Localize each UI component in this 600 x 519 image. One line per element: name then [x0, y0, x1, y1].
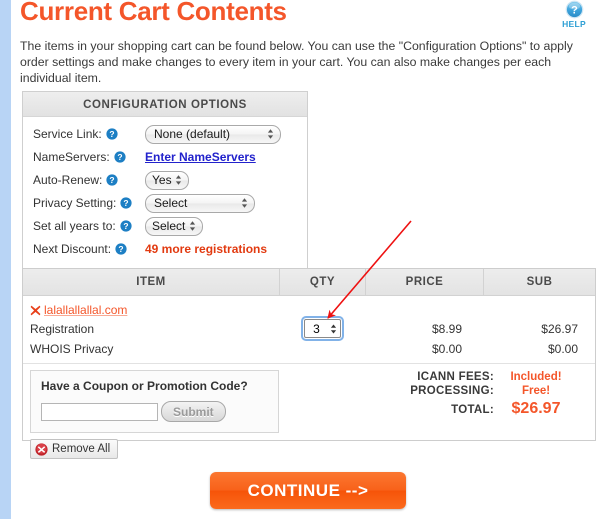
remove-item-icon[interactable]: [30, 305, 41, 316]
config-label-service-link: Service Link: ?: [33, 127, 145, 141]
config-row-privacy-setting: Privacy Setting: ? Select: [23, 193, 307, 213]
total-row-icann-fees: ICANN FEES: Included!: [279, 371, 578, 383]
column-header-item: ITEM: [136, 276, 166, 288]
config-label-auto-renew: Auto-Renew: ?: [33, 173, 145, 187]
line-item-label: WHOIS Privacy: [30, 341, 114, 356]
config-row-auto-renew: Auto-Renew: ? Yes: [23, 170, 307, 190]
coupon-submit-button[interactable]: Submit: [161, 401, 226, 422]
coupon-input[interactable]: [41, 402, 158, 421]
continue-button[interactable]: CONTINUE -->: [210, 472, 406, 509]
privacy-setting-value: Select: [154, 196, 188, 210]
column-header-price: PRICE: [365, 269, 483, 295]
line-item-price: $0.00: [431, 341, 462, 356]
svg-text:?: ?: [123, 221, 128, 231]
cart-footer: Have a Coupon or Promotion Code? Submit …: [23, 364, 595, 440]
remove-all-button[interactable]: Remove All: [30, 439, 119, 459]
line-item-sub: $0.00: [547, 341, 578, 356]
config-row-set-all-years: Set all years to: ? Select: [23, 216, 307, 236]
total-label: PROCESSING:: [410, 385, 494, 397]
cart-item-group: lalallallallal.com Registration 3 $8.99 …: [23, 296, 595, 364]
coupon-title: Have a Coupon or Promotion Code?: [41, 379, 248, 393]
page-title: Current Cart Contents: [20, 0, 287, 26]
line-item-price: $8.99: [431, 321, 462, 336]
svg-text:?: ?: [124, 198, 129, 208]
configuration-options-panel: CONFIGURATION OPTIONS Service Link: ? No…: [22, 91, 308, 271]
help-tip-icon[interactable]: ?: [120, 197, 132, 209]
left-gutter-strip: [0, 0, 11, 519]
total-value: Free!: [521, 385, 551, 397]
column-header-sub: SUB: [483, 269, 595, 295]
totals-panel: ICANN FEES: Included! PROCESSING: Free! …: [279, 370, 595, 433]
help-tip-icon[interactable]: ?: [115, 243, 127, 255]
total-row-processing: PROCESSING: Free!: [279, 385, 578, 397]
cart-line-whois-privacy: WHOIS Privacy $0.00 $0.00: [23, 340, 595, 357]
cart-domain-name[interactable]: lalallallallal.com: [44, 303, 127, 317]
config-row-service-link: Service Link: ? None (default): [23, 124, 307, 144]
config-label-nameservers: NameServers: ?: [33, 150, 145, 164]
remove-all-icon: [35, 442, 48, 456]
enter-nameservers-link[interactable]: Enter NameServers: [145, 150, 256, 164]
remove-all-label: Remove All: [52, 443, 111, 455]
help-tip-icon[interactable]: ?: [114, 151, 126, 163]
stepper-arrows-icon: [267, 129, 274, 139]
service-link-select[interactable]: None (default): [145, 124, 281, 144]
cart-domain-row: lalallallallal.com: [23, 303, 595, 317]
svg-text:?: ?: [110, 175, 115, 185]
set-all-years-value: Select: [152, 219, 186, 233]
svg-text:?: ?: [118, 244, 123, 254]
line-item-sub: $26.97: [541, 321, 578, 336]
config-row-next-discount: Next Discount: ? 49 more registrations: [23, 239, 307, 259]
cart-table-header: ITEM QTY PRICE SUB: [23, 269, 595, 296]
configuration-options-body: Service Link: ? None (default) NameServe…: [23, 117, 307, 270]
stepper-arrows-icon: [241, 198, 248, 208]
cart-line-registration: Registration 3 $8.99 $26.97: [23, 316, 595, 341]
svg-text:?: ?: [571, 5, 578, 17]
config-label-set-all-years: Set all years to: ?: [33, 219, 145, 233]
coupon-panel: Have a Coupon or Promotion Code? Submit: [30, 370, 279, 433]
config-label-next-discount: Next Discount: ?: [33, 242, 145, 256]
help-label: HELP: [562, 19, 586, 29]
configuration-options-title: CONFIGURATION OPTIONS: [23, 91, 307, 117]
stepper-arrows-icon: [175, 175, 182, 185]
page-content: Current Cart Contents ? HELP The items i…: [11, 0, 600, 519]
total-value: Included!: [510, 371, 562, 383]
config-label-privacy-setting: Privacy Setting: ?: [33, 196, 145, 210]
help-link[interactable]: ? HELP: [554, 0, 594, 29]
stepper-arrows-icon[interactable]: [330, 323, 337, 335]
quantity-stepper[interactable]: 3: [300, 316, 344, 341]
total-label: ICANN FEES:: [417, 371, 494, 383]
line-item-label: Registration: [30, 321, 95, 336]
total-value: $26.97: [511, 400, 561, 417]
quantity-value: 3: [313, 321, 320, 336]
help-tip-icon[interactable]: ?: [120, 220, 132, 232]
cart-table: ITEM QTY PRICE SUB lalallallallal.com Re…: [22, 268, 596, 441]
column-header-qty: QTY: [279, 269, 365, 295]
privacy-setting-select[interactable]: Select: [145, 193, 255, 213]
help-tip-icon[interactable]: ?: [106, 128, 118, 140]
set-all-years-select[interactable]: Select: [145, 216, 203, 236]
stepper-arrows-icon: [189, 221, 196, 231]
config-row-nameservers: NameServers: ? Enter NameServers: [23, 147, 307, 167]
total-label: TOTAL:: [451, 404, 494, 416]
question-mark-circle-icon: ?: [565, 0, 583, 19]
total-row-grand-total: TOTAL: $26.97: [279, 400, 578, 418]
help-tip-icon[interactable]: ?: [106, 174, 118, 186]
page-root: Current Cart Contents ? HELP The items i…: [0, 0, 600, 519]
svg-text:?: ?: [109, 129, 114, 139]
service-link-value: None (default): [154, 127, 231, 141]
auto-renew-value: Yes: [152, 173, 172, 187]
next-discount-value: 49 more registrations: [145, 242, 268, 256]
line-item-qty-cell: 3: [279, 316, 365, 341]
svg-text:?: ?: [117, 152, 122, 162]
coupon-controls: Submit: [41, 401, 268, 422]
auto-renew-select[interactable]: Yes: [145, 170, 189, 190]
intro-text: The items in your shopping cart can be f…: [20, 39, 573, 85]
